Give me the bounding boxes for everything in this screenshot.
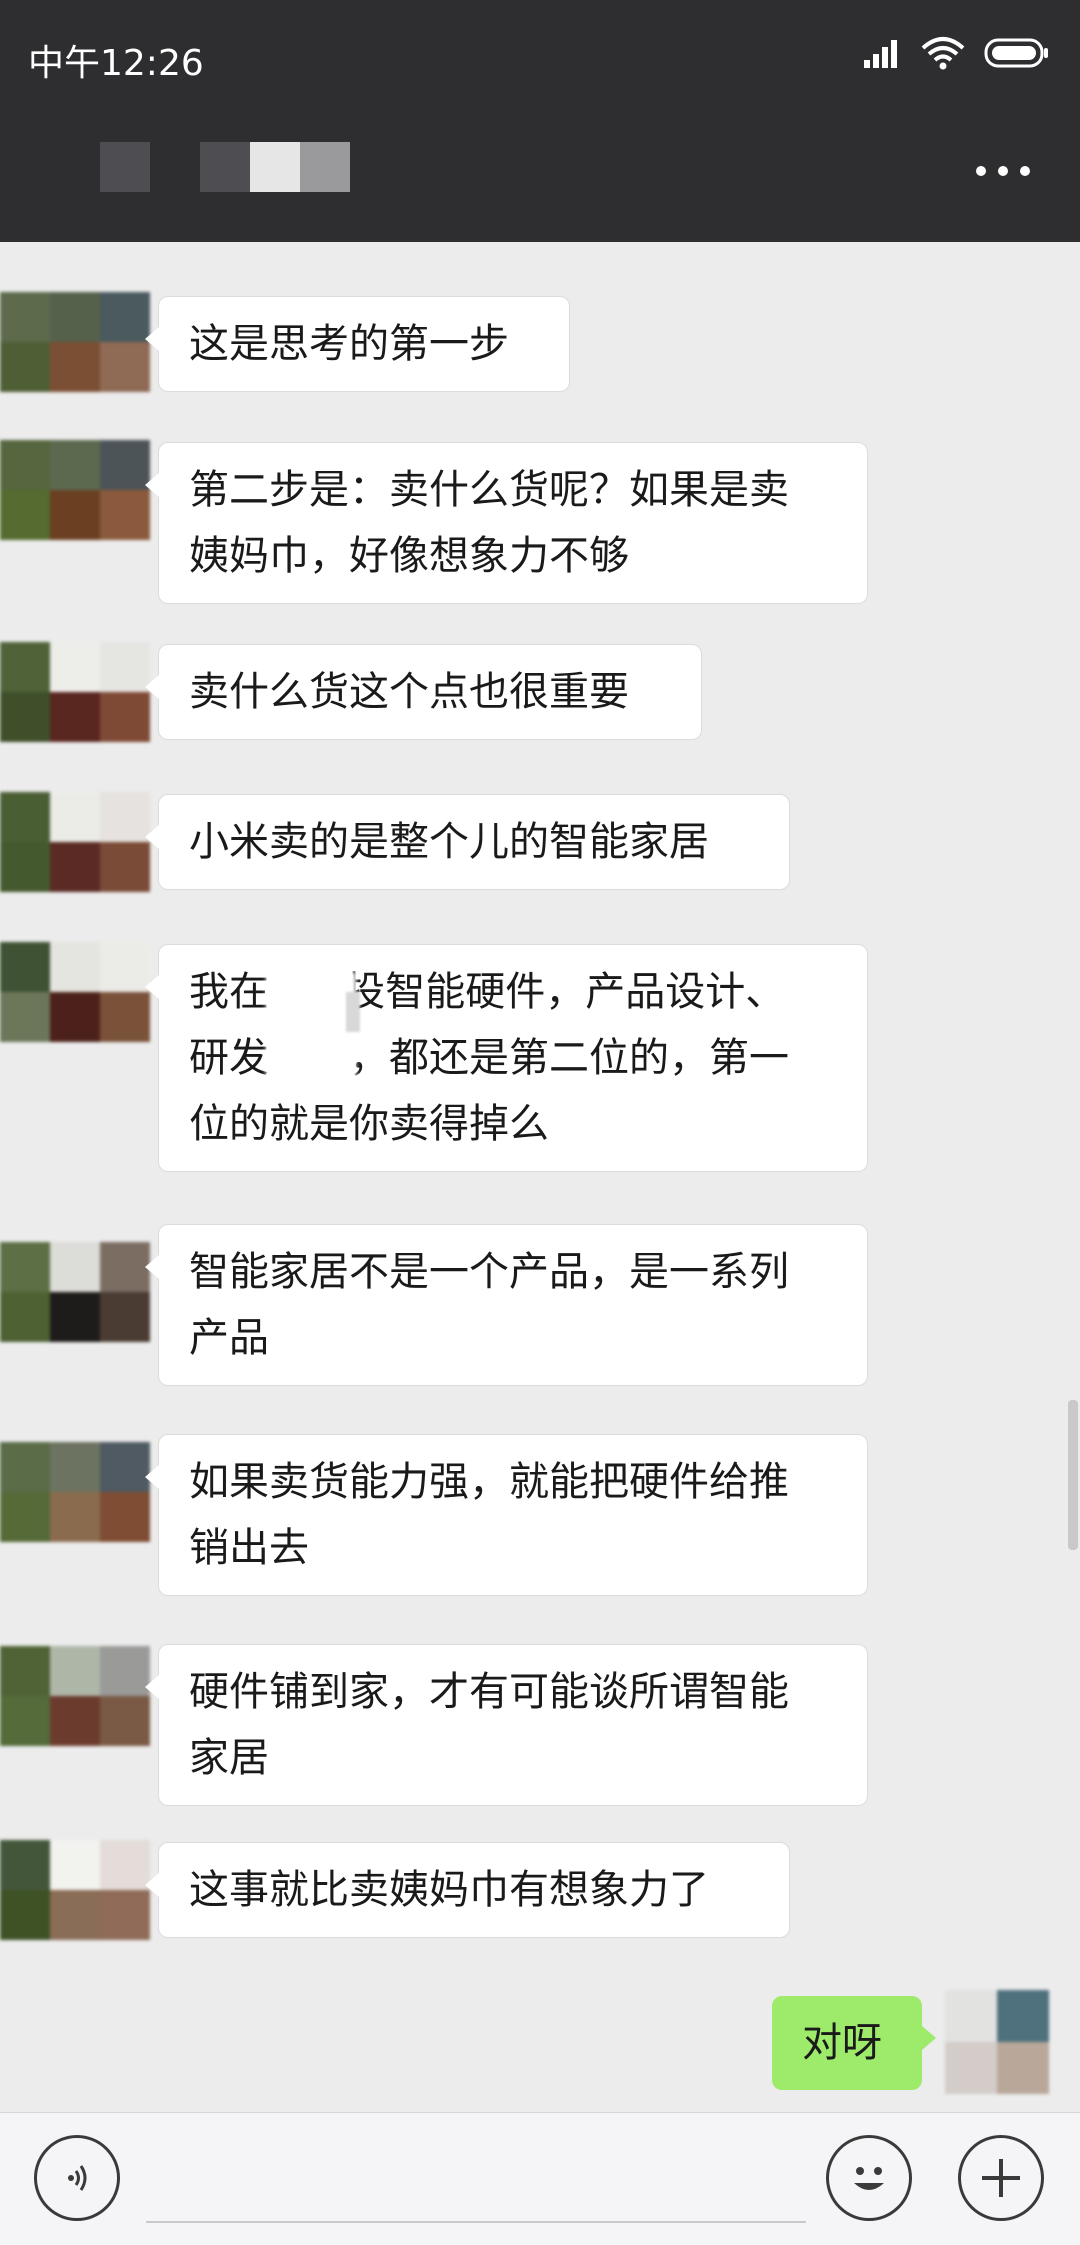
avatar[interactable] — [0, 942, 150, 1042]
plus-icon[interactable] — [958, 2135, 1044, 2221]
message-bubble[interactable]: 小米卖的是整个儿的智能家居 — [145, 794, 790, 890]
message-bubble[interactable]: 这是思考的第一步 — [145, 296, 570, 392]
avatar[interactable] — [0, 1646, 150, 1746]
more-dots-icon[interactable] — [976, 166, 1030, 176]
avatar[interactable] — [0, 792, 150, 892]
my-message-bubble[interactable]: 对呀 — [772, 1996, 936, 2090]
status-icons — [862, 36, 1050, 70]
emoji-icon[interactable] — [826, 2135, 912, 2221]
redacted-text-blur — [266, 972, 356, 1082]
voice-icon[interactable] — [34, 2135, 120, 2221]
message-bubble[interactable]: 第二步是：卖什么货呢？如果是卖 姨妈巾，好像想象力不够 — [145, 442, 868, 604]
avatar[interactable] — [0, 292, 150, 392]
chat-message-list[interactable]: 这是思考的第一步 第二步是：卖什么货呢？如果是卖 姨妈巾，好像想象力不够 卖什么… — [0, 242, 1080, 2112]
signal-icon — [864, 40, 897, 68]
battery-icon — [984, 38, 1048, 68]
wifi-icon — [921, 37, 965, 70]
status-time: 中午12:26 — [28, 43, 204, 84]
message-bubble[interactable]: 我在 投智能硬件，产品设计、 研发之类，都还是第二位的，第一 位的就是你卖得掉么 — [145, 944, 868, 1172]
avatar[interactable] — [0, 440, 150, 540]
message-bubble[interactable]: 智能家居不是一个产品，是一系列 产品 — [145, 1224, 868, 1386]
message-input[interactable] — [146, 2221, 806, 2223]
message-bubble[interactable]: 卖什么货这个点也很重要 — [145, 644, 702, 740]
avatar[interactable] — [0, 642, 150, 742]
message-bubble[interactable]: 硬件铺到家，才有可能谈所谓智能 家居 — [145, 1644, 868, 1806]
scrollbar[interactable] — [1068, 1400, 1078, 1550]
my-avatar[interactable] — [945, 1990, 1050, 2095]
avatar[interactable] — [0, 1840, 150, 1940]
chat-title-bar — [0, 118, 1080, 242]
status-bar: 中午12:26 — [0, 0, 1080, 118]
avatar[interactable] — [0, 1242, 150, 1342]
avatar[interactable] — [0, 1442, 150, 1542]
message-bubble[interactable]: 如果卖货能力强，就能把硬件给推 销出去 — [145, 1434, 868, 1596]
message-bubble[interactable]: 这事就比卖姨妈巾有想象力了 — [145, 1842, 790, 1938]
input-bar — [0, 2112, 1080, 2245]
